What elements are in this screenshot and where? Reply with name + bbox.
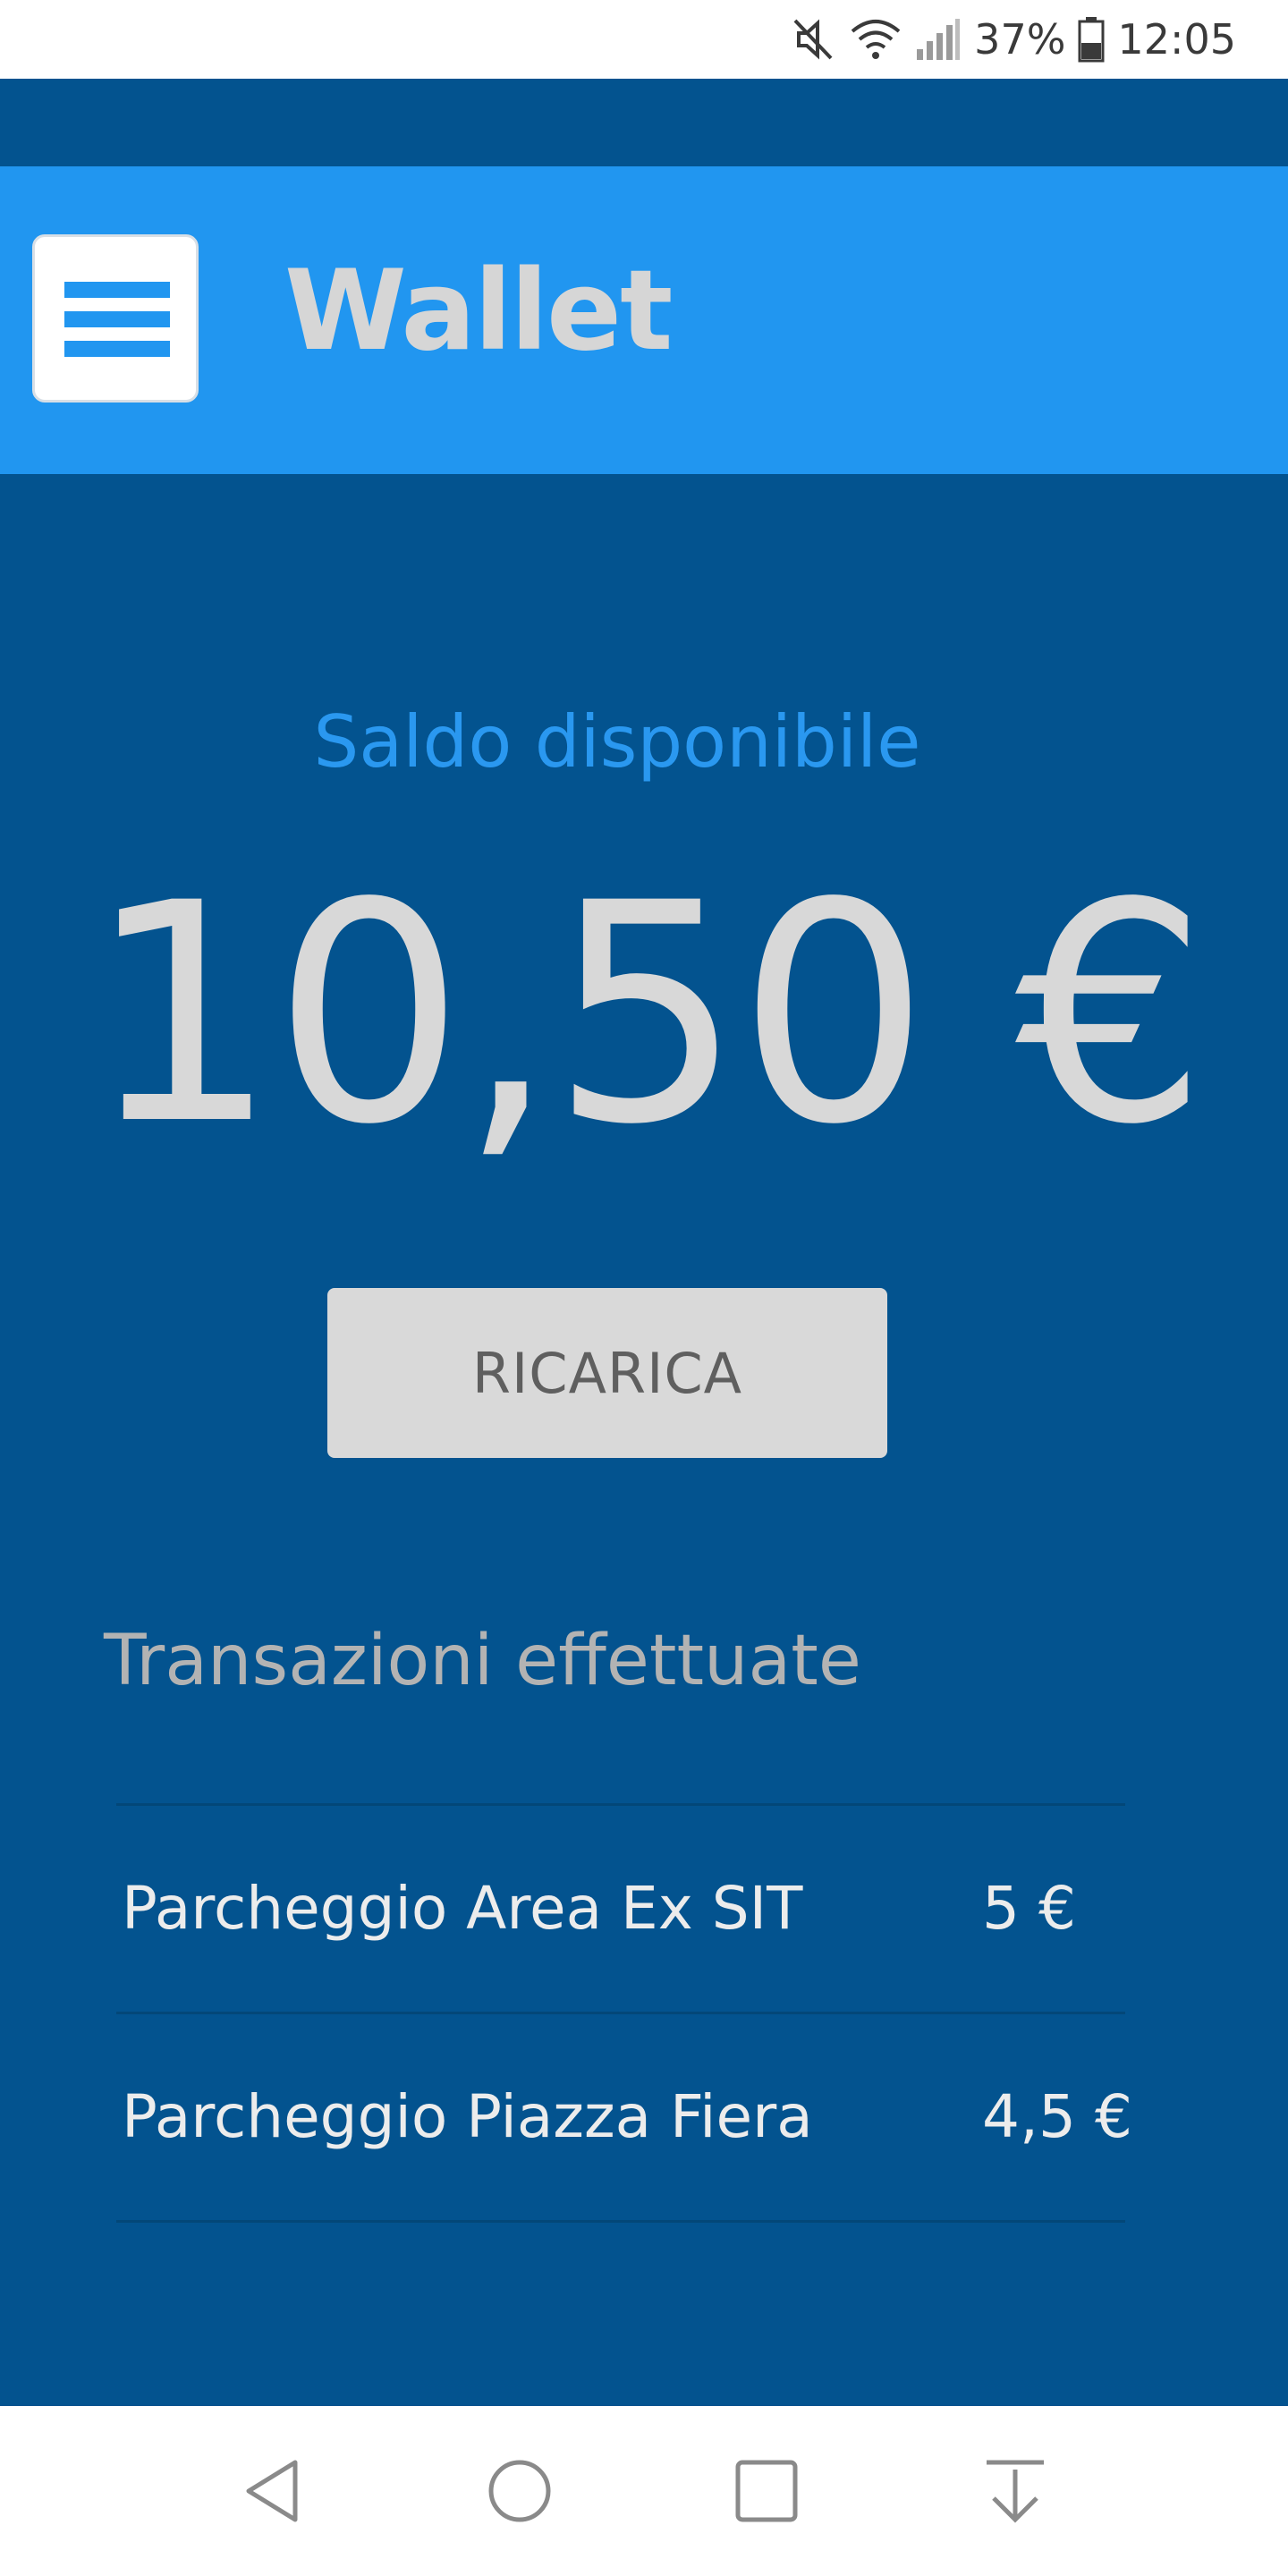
home-button[interactable] (470, 2442, 569, 2540)
recents-button[interactable] (717, 2442, 816, 2540)
transaction-name: Parcheggio Piazza Fiera (122, 2082, 813, 2151)
transactions-title: Transazioni effettuate (104, 1621, 861, 1701)
notification-pull-button[interactable] (966, 2442, 1064, 2540)
transaction-amount: 4,5 € (982, 2082, 1132, 2151)
signal-icon (915, 17, 962, 62)
notification-pull-icon (987, 2460, 1044, 2523)
transaction-list: Parcheggio Area Ex SIT 5 € Parcheggio Pi… (116, 1803, 1132, 2223)
mute-icon (792, 17, 836, 62)
balance-label: Saldo disponibile (313, 700, 921, 784)
wifi-icon (849, 17, 902, 62)
transaction-amount: 5 € (982, 1874, 1076, 1943)
recents-icon (735, 2460, 798, 2522)
transaction-row[interactable]: Parcheggio Piazza Fiera 4,5 € (116, 2014, 1132, 2220)
menu-button[interactable] (32, 234, 199, 402)
battery-percent: 37% (974, 15, 1066, 64)
transaction-row[interactable]: Parcheggio Area Ex SIT 5 € (116, 1806, 1125, 2012)
balance-amount: 10,50 € (85, 838, 1208, 1191)
page-title: Wallet (284, 247, 673, 376)
clock: 12:05 (1117, 15, 1236, 64)
back-icon (246, 2460, 298, 2522)
home-icon (488, 2460, 551, 2522)
back-button[interactable] (224, 2442, 322, 2540)
status-bar: 37% 12:05 (0, 0, 1288, 79)
navigation-bar (0, 2406, 1288, 2576)
divider (116, 2220, 1125, 2223)
battery-icon (1078, 16, 1105, 63)
app-bar: Wallet (0, 166, 1288, 474)
recharge-button[interactable]: RICARICA (327, 1288, 887, 1458)
transaction-name: Parcheggio Area Ex SIT (122, 1874, 803, 1943)
wallet-screen: 37% 12:05 Wallet Saldo disponibile 10,50… (0, 0, 1288, 2576)
top-band (0, 79, 1288, 166)
